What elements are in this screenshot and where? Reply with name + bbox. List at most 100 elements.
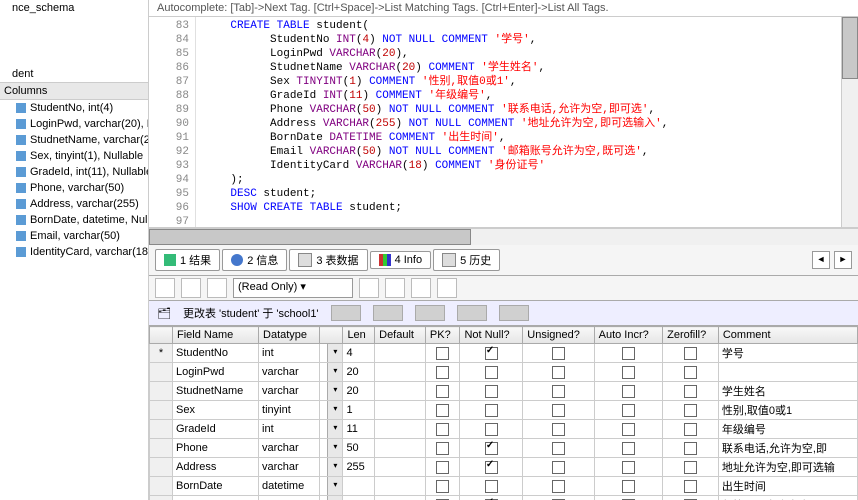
comment-cell[interactable]: 年级编号: [718, 420, 857, 439]
autoincr-cell[interactable]: [594, 496, 663, 500]
comment-cell[interactable]: 学号: [718, 344, 857, 363]
zerofill-cell[interactable]: [663, 344, 719, 363]
table-row[interactable]: Addressvarchar▾255地址允许为空,即可选输: [150, 458, 858, 477]
comment-cell[interactable]: 学生姓名: [718, 382, 857, 401]
notnull-cell[interactable]: [460, 382, 523, 401]
unsigned-cell[interactable]: [523, 344, 594, 363]
dropdown-icon[interactable]: ▾: [327, 420, 342, 438]
datatype-cell[interactable]: varchar: [259, 382, 320, 401]
datatype-dropdown[interactable]: ▾: [320, 458, 343, 477]
tab-info2[interactable]: 4 Info: [370, 251, 432, 269]
comment-cell[interactable]: 联系电话,允许为空,即: [718, 439, 857, 458]
tree-columns-header[interactable]: Columns: [0, 82, 148, 100]
field-name-cell[interactable]: Email: [173, 496, 259, 500]
unsigned-cell[interactable]: [523, 439, 594, 458]
unsigned-cell[interactable]: [523, 363, 594, 382]
checkbox[interactable]: [552, 461, 565, 474]
table-row[interactable]: LoginPwdvarchar▾20: [150, 363, 858, 382]
dropdown-icon[interactable]: ▾: [327, 496, 342, 500]
len-cell[interactable]: 255: [343, 458, 375, 477]
checkbox[interactable]: [552, 385, 565, 398]
len-cell[interactable]: 20: [343, 382, 375, 401]
checkbox[interactable]: [622, 404, 635, 417]
checkbox[interactable]: [622, 423, 635, 436]
dropdown-icon[interactable]: ▾: [327, 477, 342, 495]
datatype-cell[interactable]: varchar: [259, 458, 320, 477]
toolbar-btn-6[interactable]: [411, 278, 431, 298]
grid-header[interactable]: Datatype: [259, 327, 320, 344]
zerofill-cell[interactable]: [663, 401, 719, 420]
zerofill-cell[interactable]: [663, 458, 719, 477]
toolbar-btn-2[interactable]: [181, 278, 201, 298]
grid-header[interactable]: Comment: [718, 327, 857, 344]
comment-cell[interactable]: 出生时间: [718, 477, 857, 496]
datatype-dropdown[interactable]: ▾: [320, 439, 343, 458]
checkbox[interactable]: [622, 385, 635, 398]
pk-cell[interactable]: [425, 477, 460, 496]
comment-cell[interactable]: 邮箱账号允许为空,既可: [718, 496, 857, 500]
nav-next-button[interactable]: ►: [834, 251, 852, 269]
table-row[interactable]: StudnetNamevarchar▾20学生姓名: [150, 382, 858, 401]
unsigned-cell[interactable]: [523, 420, 594, 439]
table-row[interactable]: Sextinyint▾1性别,取值0或1: [150, 401, 858, 420]
table-row[interactable]: GradeIdint▾11年级编号: [150, 420, 858, 439]
checkbox[interactable]: [684, 404, 697, 417]
checkbox[interactable]: [485, 385, 498, 398]
toolbar-btn-7[interactable]: [437, 278, 457, 298]
datatype-dropdown[interactable]: ▾: [320, 344, 343, 363]
table-row[interactable]: *StudentNoint▾4学号: [150, 344, 858, 363]
field-name-cell[interactable]: Address: [173, 458, 259, 477]
autoincr-cell[interactable]: [594, 420, 663, 439]
checkbox[interactable]: [436, 347, 449, 360]
pk-cell[interactable]: [425, 344, 460, 363]
checkbox[interactable]: [622, 366, 635, 379]
sidebar-column-item[interactable]: GradeId, int(11), Nullable: [0, 164, 148, 180]
notnull-cell[interactable]: [460, 420, 523, 439]
checkbox[interactable]: [622, 461, 635, 474]
grid-header[interactable]: Not Null?: [460, 327, 523, 344]
field-name-cell[interactable]: BornDate: [173, 477, 259, 496]
comment-cell[interactable]: [718, 363, 857, 382]
checkbox[interactable]: [436, 423, 449, 436]
pk-cell[interactable]: [425, 496, 460, 500]
toolbar-btn-3[interactable]: [207, 278, 227, 298]
zerofill-cell[interactable]: [663, 363, 719, 382]
sidebar-column-item[interactable]: Sex, tinyint(1), Nullable: [0, 148, 148, 164]
unsigned-cell[interactable]: [523, 382, 594, 401]
field-name-cell[interactable]: StudentNo: [173, 344, 259, 363]
readonly-indicator[interactable]: (Read Only) ▾: [233, 278, 353, 298]
vertical-scrollbar[interactable]: [841, 17, 858, 227]
checkbox[interactable]: [552, 442, 565, 455]
datatype-cell[interactable]: int: [259, 344, 320, 363]
field-name-cell[interactable]: Phone: [173, 439, 259, 458]
field-name-cell[interactable]: Sex: [173, 401, 259, 420]
notnull-cell[interactable]: [460, 363, 523, 382]
field-name-cell[interactable]: LoginPwd: [173, 363, 259, 382]
toolbar-btn-1[interactable]: [155, 278, 175, 298]
zerofill-cell[interactable]: [663, 420, 719, 439]
datatype-cell[interactable]: varchar: [259, 363, 320, 382]
checkbox[interactable]: [485, 423, 498, 436]
datatype-cell[interactable]: varchar: [259, 439, 320, 458]
datatype-cell[interactable]: varchar: [259, 496, 320, 500]
len-cell[interactable]: 50: [343, 496, 375, 500]
unsigned-cell[interactable]: [523, 458, 594, 477]
checkbox[interactable]: [552, 423, 565, 436]
checkbox[interactable]: [684, 366, 697, 379]
pk-cell[interactable]: [425, 363, 460, 382]
autoincr-cell[interactable]: [594, 382, 663, 401]
checkbox[interactable]: [436, 366, 449, 379]
checkbox[interactable]: [485, 347, 498, 360]
checkbox[interactable]: [485, 442, 498, 455]
checkbox[interactable]: [485, 366, 498, 379]
checkbox[interactable]: [552, 347, 565, 360]
dropdown-icon[interactable]: ▾: [327, 382, 342, 400]
horizontal-scrollbar[interactable]: [149, 228, 858, 245]
checkbox[interactable]: [622, 442, 635, 455]
tree-item-dent[interactable]: dent: [0, 66, 148, 82]
tab-info[interactable]: 2 信息: [222, 249, 287, 271]
pk-cell[interactable]: [425, 439, 460, 458]
columns-grid[interactable]: Field NameDatatypeLenDefaultPK?Not Null?…: [149, 326, 858, 500]
pk-cell[interactable]: [425, 382, 460, 401]
checkbox[interactable]: [436, 480, 449, 493]
